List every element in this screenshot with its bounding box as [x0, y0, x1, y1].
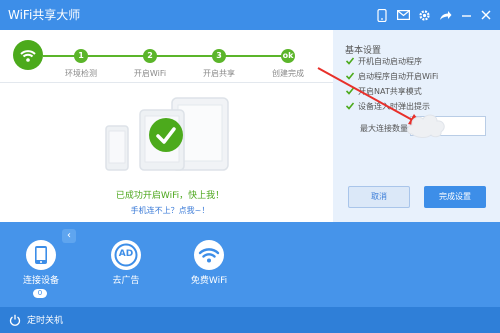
collapse-chevron-icon[interactable]: ‹	[62, 229, 76, 243]
ad-block-label: 去广告	[112, 276, 140, 286]
check-icon	[346, 102, 354, 110]
check-icon	[346, 72, 354, 80]
setting-label: 开启NAT共享模式	[358, 86, 422, 96]
setting-label: 开机自动启动程序	[358, 56, 422, 66]
step-badge-1: 1	[74, 49, 88, 63]
phone-icon	[35, 246, 47, 264]
success-message: 已成功开启WiFi，快上我！	[115, 191, 225, 201]
check-icon	[346, 57, 354, 65]
step-label-open-share: 开启共享	[203, 69, 235, 78]
step-badge-done: ok	[281, 49, 295, 63]
step-label-created: 创建完成	[272, 69, 304, 78]
wifi-icon	[198, 248, 220, 263]
footer-bar	[0, 307, 500, 333]
step-badge-3: 3	[212, 49, 226, 63]
finish-settings-button[interactable]: 完成设置	[424, 186, 486, 208]
setting-nat-share[interactable]: 开启NAT共享模式	[346, 85, 422, 97]
ad-icon-text: AD	[118, 249, 134, 259]
free-wifi-label: 免费WiFi	[190, 276, 228, 286]
max-connections-label: 最大连接数量	[360, 124, 408, 133]
wifi-status-icon	[13, 40, 43, 70]
phone-icon[interactable]	[374, 7, 390, 23]
setting-autostart[interactable]: 开机自动启动程序	[346, 55, 422, 67]
cloud-blot	[407, 114, 445, 138]
step-label-open-wifi: 开启WiFi	[133, 69, 167, 78]
close-icon[interactable]	[478, 7, 494, 23]
connected-devices-label: 连接设备	[22, 276, 59, 286]
connected-devices-button[interactable]	[26, 240, 56, 270]
mail-icon[interactable]	[395, 7, 411, 23]
setting-auto-wifi[interactable]: 启动程序自动开启WiFi	[346, 70, 438, 82]
scheduled-shutdown-button[interactable]: 定时关机	[27, 313, 63, 326]
device-count-badge: 0	[33, 289, 47, 298]
ad-block-button[interactable]: AD	[111, 240, 141, 270]
step-badge-2: 2	[143, 49, 157, 63]
power-icon[interactable]	[9, 314, 21, 326]
cancel-button[interactable]: 取消	[348, 186, 410, 208]
share-icon[interactable]	[437, 7, 453, 23]
free-wifi-button[interactable]	[194, 240, 224, 270]
step-label-check-env: 环境检测	[65, 69, 97, 78]
success-check-icon	[149, 118, 183, 152]
gear-icon[interactable]	[416, 7, 432, 23]
setting-label: 启动程序自动开启WiFi	[358, 71, 439, 81]
app-title: WiFi共享大师	[8, 8, 81, 22]
phone-help-link[interactable]: 手机连不上？点我~！	[60, 205, 280, 216]
check-icon	[346, 87, 354, 95]
minimize-icon[interactable]	[458, 7, 474, 23]
